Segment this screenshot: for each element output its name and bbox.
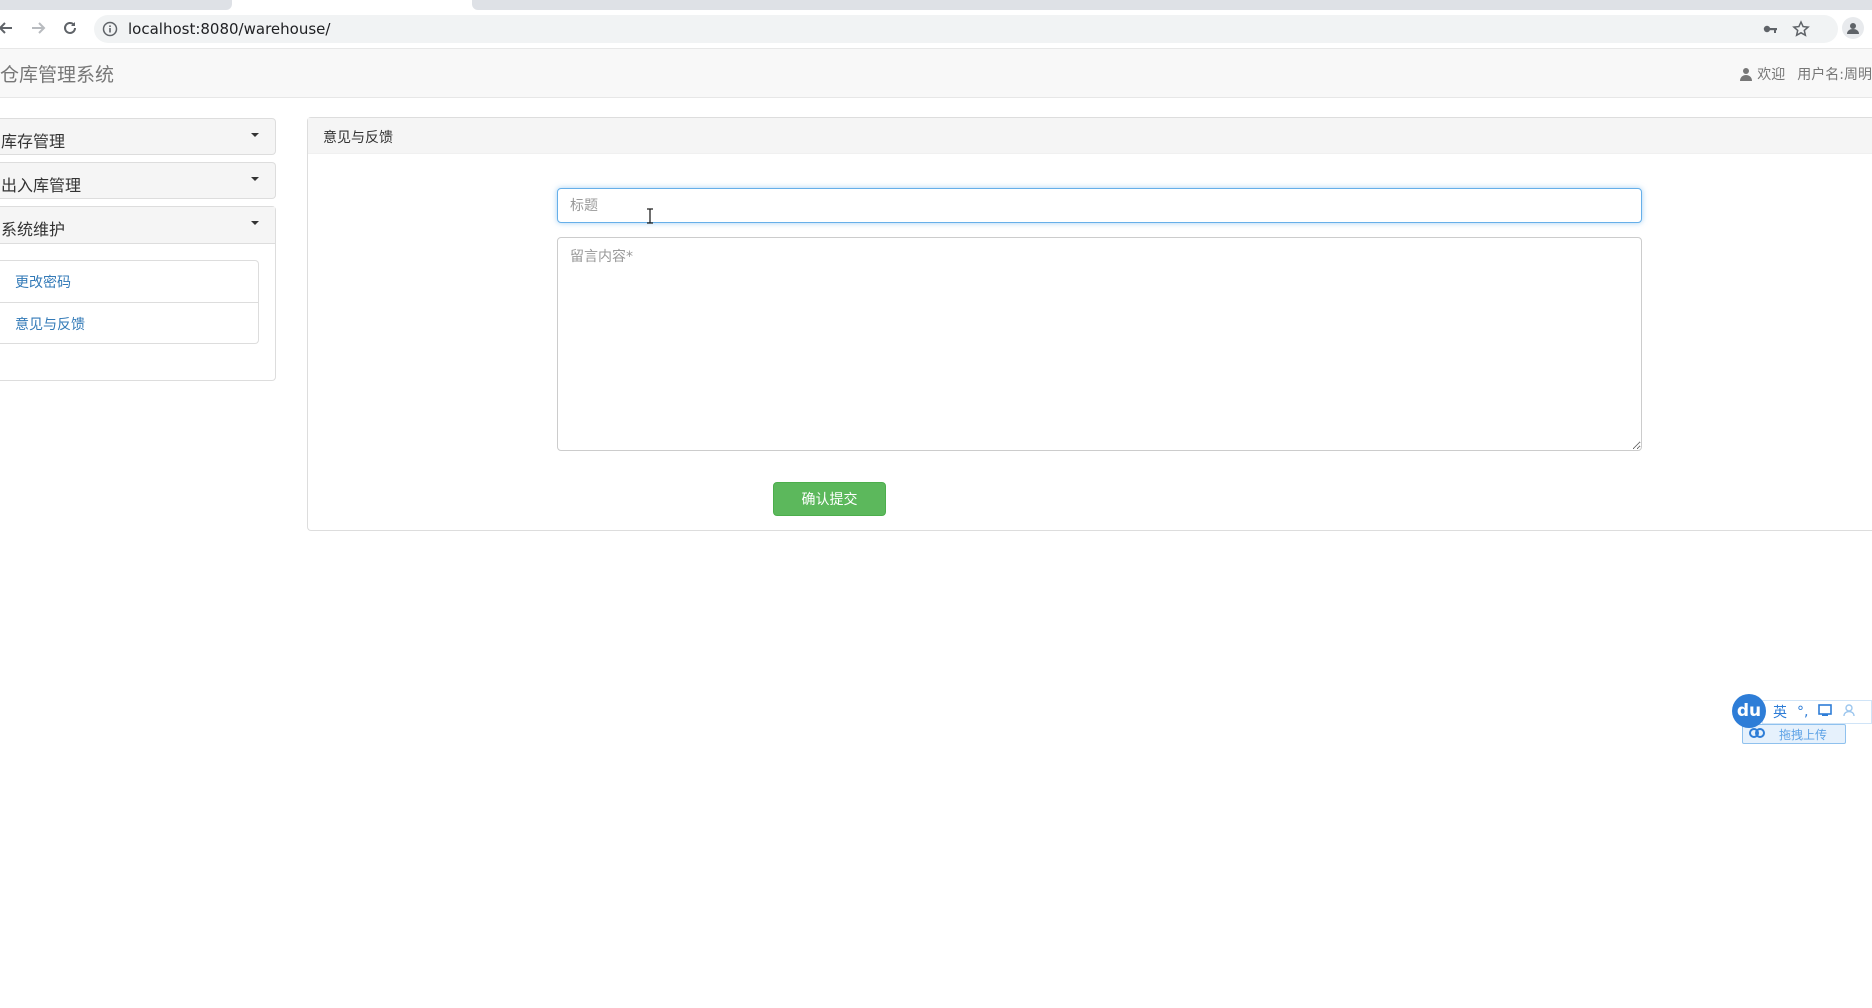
punctuation-icon[interactable]: °, <box>1797 704 1808 720</box>
ime-user-icon[interactable] <box>1842 703 1856 721</box>
sidebar: 库存管理 出入库管理 系统维护 更改密码 意见与反馈 <box>0 118 276 381</box>
sidebar-section-label: 出入库管理 <box>1 176 82 195</box>
bookmark-star-icon[interactable] <box>1792 20 1810 42</box>
cloud-link-icon <box>1749 727 1765 742</box>
user-icon <box>1739 67 1753 81</box>
app-navbar: 仓库管理系统 欢迎 用户名:周明 <box>0 48 1872 98</box>
sidebar-link-list: 更改密码 意见与反馈 <box>0 260 259 344</box>
ime-toolbar[interactable]: 英 °, 拖拽上传 du <box>1732 694 1872 746</box>
reload-icon[interactable] <box>58 16 82 40</box>
panel-title: 意见与反馈 <box>308 118 1872 154</box>
content-textarea[interactable] <box>557 237 1642 451</box>
drag-upload-label: 拖拽上传 <box>1779 727 1828 742</box>
sidebar-section-inventory[interactable]: 库存管理 <box>0 118 276 155</box>
username-text: 用户名:周明 <box>1797 67 1872 83</box>
tab-strip <box>0 0 1872 12</box>
submit-button[interactable]: 确认提交 <box>773 482 886 516</box>
browser-toolbar: localhost:8080/warehouse/ <box>0 12 1872 44</box>
sidebar-item-feedback[interactable]: 意见与反馈 <box>0 302 258 343</box>
sidebar-section-label: 系统维护 <box>1 220 66 239</box>
url-text[interactable]: localhost:8080/warehouse/ <box>128 20 330 38</box>
caret-down-icon <box>251 177 259 181</box>
browser-tab-left[interactable] <box>0 0 232 10</box>
key-icon[interactable] <box>1762 21 1778 41</box>
sidebar-section-system[interactable]: 系统维护 <box>0 207 275 244</box>
profile-avatar-icon[interactable] <box>1842 17 1864 39</box>
app-brand[interactable]: 仓库管理系统 <box>0 60 114 87</box>
sidebar-section-body: 更改密码 意见与反馈 <box>0 244 275 380</box>
forward-icon[interactable] <box>26 16 50 40</box>
welcome-text: 欢迎 <box>1757 67 1786 83</box>
baidu-ime-logo-icon[interactable]: du <box>1732 694 1766 728</box>
user-menu[interactable]: 欢迎 用户名:周明 <box>1739 64 1872 84</box>
info-icon[interactable] <box>102 21 118 37</box>
caret-down-icon <box>251 221 259 225</box>
title-input[interactable] <box>557 188 1642 223</box>
sidebar-section-label: 库存管理 <box>1 132 66 151</box>
caret-down-icon <box>251 133 259 137</box>
ime-bar[interactable]: 英 °, <box>1762 700 1872 724</box>
back-icon[interactable] <box>0 16 18 40</box>
ime-lang-toggle[interactable]: 英 <box>1773 702 1787 722</box>
feedback-panel: 意见与反馈 确认提交 <box>307 117 1872 531</box>
browser-tab-right[interactable] <box>472 0 1872 10</box>
keyboard-icon[interactable] <box>1818 703 1833 721</box>
sidebar-item-change-password[interactable]: 更改密码 <box>0 261 258 302</box>
sidebar-section-inout[interactable]: 出入库管理 <box>0 162 276 199</box>
address-bar[interactable]: localhost:8080/warehouse/ <box>94 15 1838 43</box>
drag-upload-box[interactable]: 拖拽上传 <box>1742 724 1846 744</box>
sidebar-section-system-panel: 系统维护 更改密码 意见与反馈 <box>0 206 276 381</box>
